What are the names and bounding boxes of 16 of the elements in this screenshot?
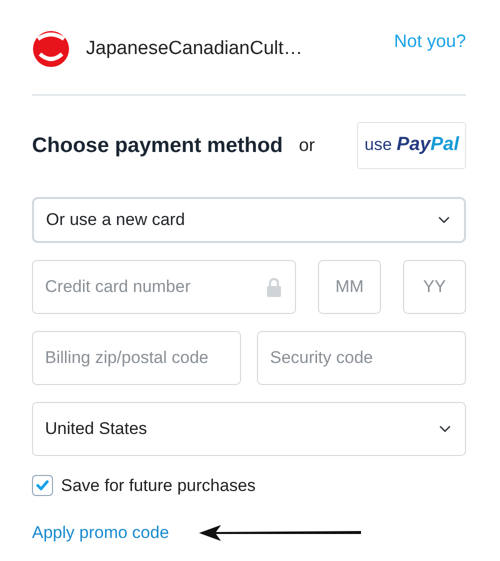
input-field[interactable]: YY [403, 260, 466, 314]
card-select[interactable]: Or use a new card [32, 196, 466, 242]
lock-icon [266, 278, 282, 296]
input-field[interactable]: Security code [257, 330, 466, 384]
section-heading: Choose payment method [32, 132, 283, 158]
paypal-button[interactable]: use PayPal [356, 122, 466, 168]
input-field[interactable]: Credit card number [32, 260, 296, 314]
account-name: JapaneseCanadianCult… [86, 36, 303, 61]
checkbox-label: Save for future purchases [61, 474, 256, 496]
logo-icon [32, 30, 70, 68]
country-select[interactable]: United States [32, 402, 466, 456]
or-text: or [298, 134, 315, 157]
input-field[interactable]: MM [318, 260, 381, 314]
promo-code-link[interactable]: Apply promo code [32, 520, 170, 546]
input-field[interactable]: Billing zip/postal code [32, 330, 241, 384]
save-checkbox[interactable] [32, 474, 53, 496]
